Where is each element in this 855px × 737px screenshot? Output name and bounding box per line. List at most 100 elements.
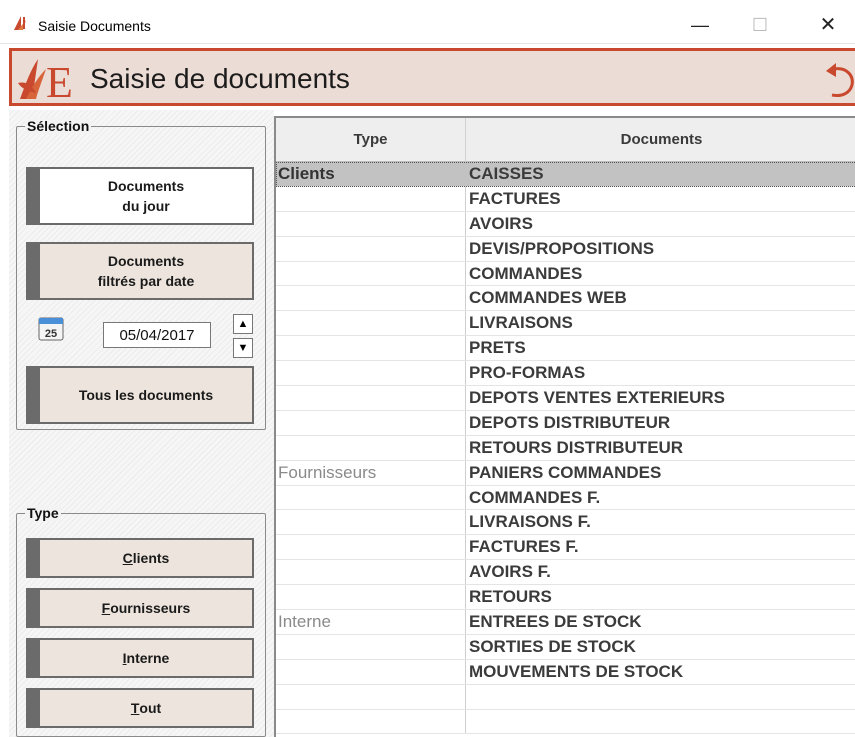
type-legend: Type — [25, 505, 61, 521]
cell-document: FACTURES — [469, 188, 561, 208]
documents-filtres-button[interactable]: Documents filtrés par date — [26, 242, 254, 300]
cell-document — [468, 710, 855, 734]
interne-button[interactable]: Interne — [26, 638, 254, 678]
fournisseurs-accesskey: F — [101, 600, 111, 616]
table-row[interactable]: DEVIS/PROPOSITIONS — [276, 236, 855, 262]
tout-label: out — [139, 700, 162, 716]
tous-les-documents-label: Tous les documents — [78, 387, 214, 403]
cell-type — [276, 535, 466, 560]
cell-document: RETOURS DISTRIBUTEUR — [469, 437, 684, 457]
cell-type — [276, 510, 466, 535]
documents-du-jour-button[interactable]: Documents du jour — [26, 167, 254, 225]
cell-document: RETOURS — [469, 587, 552, 607]
interne-label: nterne — [126, 650, 170, 666]
cell-type — [276, 634, 466, 659]
cell-document: COMMANDES WEB — [469, 288, 627, 308]
cell-document: CAISSES — [469, 164, 544, 183]
cell-document: DEPOTS VENTES EXTERIEURS — [469, 388, 725, 408]
table-row[interactable]: DEPOTS VENTES EXTERIEURS — [276, 386, 855, 411]
cell-document: ENTREES DE STOCK — [469, 612, 642, 632]
clients-button[interactable]: Clients — [26, 538, 254, 578]
cell-type — [276, 286, 466, 311]
date-input[interactable] — [103, 322, 211, 348]
cell-type — [276, 684, 466, 709]
documents-table: Type Documents Clients CAISSES FACTURES AVO… — [274, 116, 855, 737]
table-row[interactable]: FACTURES F. — [276, 535, 855, 561]
window-title: Saisie Documents — [38, 18, 151, 34]
table-row[interactable]: COMMANDES WEB — [276, 286, 855, 312]
table-row[interactable]: PRETS — [276, 336, 855, 362]
cell-type: Interne — [276, 610, 466, 634]
cell-document: PRO-FORMAS — [469, 363, 586, 383]
clients-label: lients — [132, 550, 170, 566]
fournisseurs-button[interactable]: Fournisseurs — [26, 588, 254, 628]
cell-document: DEVIS/PROPOSITIONS — [469, 238, 655, 258]
cell-document: LIVRAISONS — [469, 313, 573, 333]
table-row[interactable]: COMMANDES — [276, 261, 855, 287]
cell-type — [276, 709, 466, 734]
cell-document: DEPOTS DISTRIBUTEUR — [469, 412, 671, 432]
table-row[interactable]: RETOURS DISTRIBUTEUR — [276, 435, 855, 461]
table-row[interactable]: RETOURS — [276, 585, 855, 611]
calendar-day: 25 — [45, 328, 57, 340]
maximize-button[interactable]: ☐ — [740, 10, 780, 40]
column-header-documents[interactable]: Documents — [466, 118, 855, 162]
logo-icon: E — [18, 58, 73, 103]
table-row[interactable]: DEPOTS DISTRIBUTEUR — [276, 410, 855, 436]
table-row[interactable]: Clients CAISSES — [276, 162, 855, 187]
table-row[interactable]: PRO-FORMAS — [276, 361, 855, 387]
cell-type — [276, 236, 466, 261]
cell-document: COMMANDES F. — [469, 487, 601, 507]
title-bar: Saisie Documents — ☐ ✕ — [0, 0, 855, 44]
table-row[interactable]: AVOIRS — [276, 211, 855, 237]
date-spin-down[interactable]: ▼ — [233, 338, 253, 358]
close-button[interactable]: ✕ — [808, 10, 848, 40]
cell-document: LIVRAISONS F. — [469, 512, 591, 532]
cell-type — [276, 560, 466, 585]
cell-document: FACTURES F. — [469, 537, 579, 557]
table-row[interactable]: MOUVEMENTS DE STOCK — [276, 659, 855, 685]
cell-document: AVOIRS — [469, 213, 533, 233]
table-row[interactable]: Fournisseurs PANIERS COMMANDES — [276, 460, 855, 486]
documents-du-jour-label-2: du jour — [122, 198, 170, 214]
cell-document: SORTIES DE STOCK — [469, 636, 636, 656]
cell-type — [276, 485, 466, 510]
minimize-button[interactable]: — — [680, 10, 720, 40]
cell-document: PANIERS COMMANDES — [469, 462, 662, 482]
documents-filtres-label-2: filtrés par date — [97, 273, 195, 289]
cell-type — [276, 386, 466, 410]
table-row[interactable]: LIVRAISONS F. — [276, 510, 855, 536]
cell-document — [468, 685, 855, 709]
table-body: Clients CAISSES FACTURES AVOIRS DEVIS/PROPOS… — [276, 162, 855, 735]
date-row: 25 ▲ ▼ — [17, 314, 267, 358]
tous-les-documents-button[interactable]: Tous les documents — [26, 366, 254, 424]
table-row[interactable] — [276, 684, 855, 710]
table-row[interactable]: Interne ENTREES DE STOCK — [276, 610, 855, 635]
table-row[interactable]: LIVRAISONS — [276, 311, 855, 337]
cell-type — [276, 585, 466, 610]
clients-accesskey: C — [122, 550, 133, 566]
date-spin-up[interactable]: ▲ — [233, 314, 253, 334]
selection-group: Sélection Documents du jour Documents fi… — [16, 118, 266, 430]
table-row[interactable]: COMMANDES F. — [276, 485, 855, 511]
cell-type — [276, 336, 466, 361]
table-row[interactable]: SORTIES DE STOCK — [276, 634, 855, 660]
cell-type: Clients — [276, 162, 466, 186]
tout-button[interactable]: Tout — [26, 688, 254, 728]
selection-legend: Sélection — [25, 118, 92, 134]
table-row[interactable] — [276, 709, 855, 735]
table-row[interactable]: AVOIRS F. — [276, 560, 855, 586]
cell-document: PRETS — [469, 338, 526, 358]
column-header-type[interactable]: Type — [276, 118, 466, 162]
cell-type — [276, 311, 466, 336]
calendar-icon[interactable]: 25 — [37, 314, 67, 344]
cell-type — [276, 361, 466, 386]
cell-document: AVOIRS F. — [469, 562, 551, 582]
documents-du-jour-label-1: Documents — [107, 178, 185, 194]
cell-type — [276, 410, 466, 435]
cell-type — [276, 186, 466, 211]
table-row[interactable]: FACTURES — [276, 186, 855, 212]
cell-type: Fournisseurs — [276, 460, 466, 485]
cell-type — [276, 435, 466, 460]
undo-icon[interactable] — [822, 59, 855, 99]
